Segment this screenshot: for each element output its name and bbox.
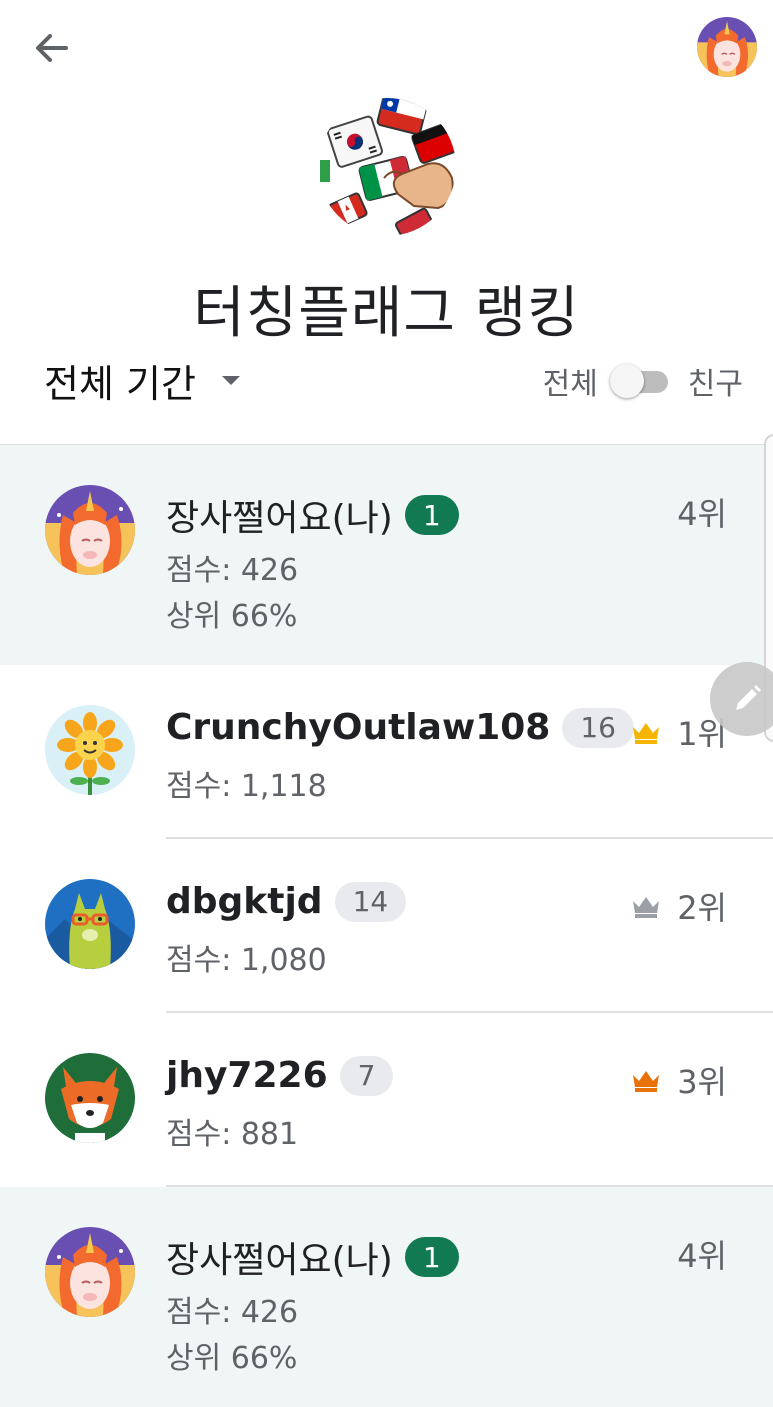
player-name: CrunchyOutlaw108	[166, 707, 551, 748]
bronze-crown-icon	[633, 1071, 660, 1092]
pencil-icon	[736, 685, 761, 710]
unicorn-avatar-icon	[45, 485, 135, 575]
level-badge: 1	[404, 1237, 459, 1277]
player-score: 점수: 1,118	[166, 769, 327, 804]
gold-crown-icon	[633, 723, 660, 744]
scope-toggle: 전체 친구	[543, 356, 743, 406]
level-badge: 7	[339, 1055, 394, 1096]
llama-avatar-icon	[45, 879, 135, 969]
silver-crown-icon	[633, 897, 660, 918]
ranking-list: 장사쩔어요(나) 1 점수: 426 상위 66% 4위 CrunchyOutl…	[0, 444, 773, 1407]
avatar	[45, 1053, 135, 1143]
friends-switch[interactable]	[609, 364, 668, 398]
toggle-label-friends: 친구	[687, 367, 743, 402]
avatar	[45, 485, 135, 575]
ranking-row-me[interactable]: 장사쩔어요(나) 1 점수: 426 상위 66% 4위	[0, 445, 773, 665]
name-line: 장사쩔어요(나) 1	[166, 489, 459, 541]
rank-text: 3위	[677, 1063, 727, 1101]
dropdown-arrow-icon	[221, 375, 240, 385]
back-button[interactable]	[30, 28, 74, 68]
period-label: 전체 기간	[44, 361, 196, 406]
player-name: 장사쩔어요(나)	[166, 1240, 393, 1281]
rank-label: 4위	[677, 1231, 727, 1277]
switch-thumb	[609, 364, 644, 398]
player-score: 점수: 881	[166, 1117, 299, 1152]
rank-text: 2위	[677, 889, 727, 927]
unicorn-avatar-icon	[45, 1227, 135, 1317]
fox-avatar-icon	[45, 1053, 135, 1143]
name-line: jhy7226 7	[166, 1055, 394, 1096]
avatar	[45, 879, 135, 969]
top-bar	[0, 0, 773, 100]
toggle-label-all: 전체	[542, 367, 598, 402]
unicorn-avatar-icon	[697, 17, 757, 77]
player-percentile: 상위 66%	[166, 599, 298, 634]
player-name: jhy7226	[166, 1055, 328, 1096]
rank-label: 4위	[677, 489, 727, 535]
name-line: dbgktjd 14	[166, 881, 407, 922]
ranking-row[interactable]: jhy7226 7 점수: 881 3위	[0, 1013, 773, 1187]
level-badge: 1	[404, 495, 459, 535]
hero-flags-image	[318, 98, 456, 236]
sunflower-avatar-icon	[45, 705, 135, 795]
rank-text: 4위	[677, 495, 727, 533]
name-line: 장사쩔어요(나) 1	[166, 1231, 459, 1283]
avatar	[45, 705, 135, 795]
player-name: 장사쩔어요(나)	[166, 498, 393, 539]
ranking-row[interactable]: CrunchyOutlaw108 16 점수: 1,118 1위	[0, 665, 773, 839]
page-title: 터칭플래그 랭킹	[193, 281, 580, 346]
player-percentile: 상위 66%	[166, 1341, 298, 1376]
player-name: dbgktjd	[166, 881, 323, 922]
name-line: CrunchyOutlaw108 16	[166, 707, 634, 748]
arrow-left-icon	[36, 34, 68, 62]
avatar	[45, 1227, 135, 1317]
ranking-row-me[interactable]: 장사쩔어요(나) 1 점수: 426 상위 66% 4위	[0, 1187, 773, 1407]
player-score: 점수: 1,080	[166, 943, 327, 978]
rank-label: 2위	[631, 883, 727, 929]
rank-label: 3위	[631, 1057, 727, 1103]
flags-touch-icon	[318, 98, 456, 236]
rank-text: 4위	[677, 1237, 727, 1275]
player-score: 점수: 426	[166, 1295, 299, 1330]
ranking-row[interactable]: dbgktjd 14 점수: 1,080 2위	[0, 839, 773, 1013]
level-badge: 16	[562, 707, 634, 748]
profile-avatar[interactable]	[697, 17, 757, 77]
period-dropdown[interactable]: 전체 기간	[44, 352, 240, 408]
level-badge: 14	[334, 881, 407, 922]
rank-label: 1위	[631, 709, 727, 755]
player-score: 점수: 426	[166, 553, 299, 588]
